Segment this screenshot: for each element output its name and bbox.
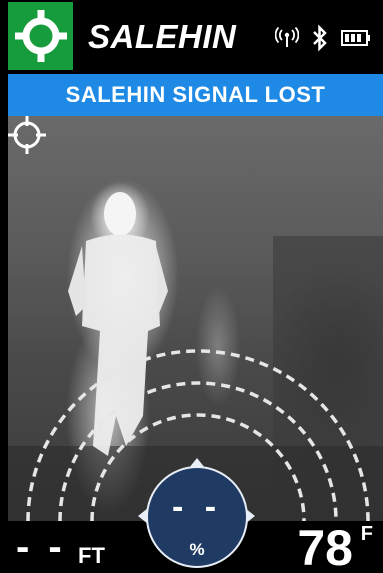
thermal-device-screen: SALEHIN SALEHIN SIGNAL LOST - - FT 78 F … [0, 0, 383, 573]
battery-icon [341, 30, 370, 46]
crosshair-target-icon [15, 10, 67, 62]
crosshair-reticle-icon [8, 116, 46, 154]
temperature-unit: F [360, 523, 373, 545]
device-title: SALEHIN [88, 18, 237, 55]
temperature-value: 78 [297, 520, 353, 573]
status-icons [275, 24, 371, 52]
distance-value: - - [16, 525, 66, 569]
distance-unit: FT [78, 543, 105, 568]
signal-status-banner: SALEHIN SIGNAL LOST [8, 74, 383, 116]
dial-face: - - % [146, 466, 248, 568]
signal-unit: % [189, 540, 205, 559]
signal-icon [275, 27, 299, 47]
header-bar: SALEHIN [0, 0, 383, 72]
bluetooth-icon [313, 24, 327, 52]
signal-value: - - [171, 488, 223, 526]
signal-strength-dial[interactable]: - - % [138, 458, 255, 573]
signal-status-text: SALEHIN SIGNAL LOST [65, 82, 326, 107]
target-mode-button[interactable] [8, 2, 73, 70]
